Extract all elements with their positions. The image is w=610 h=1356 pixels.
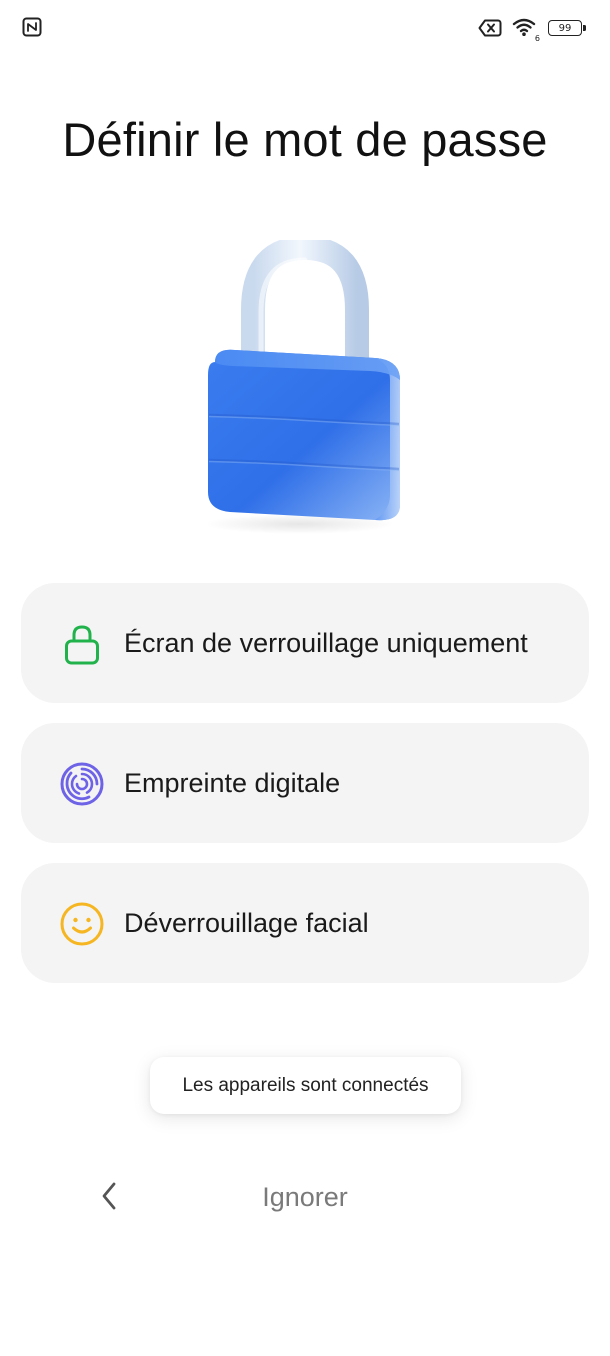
password-setup-screen: 6 99 Définir le mot de passe Écran de ve…: [0, 0, 610, 1356]
wifi-icon: [512, 18, 536, 36]
padlock-illustration: [205, 240, 400, 534]
chevron-left-icon: [102, 1182, 116, 1210]
option-fingerprint[interactable]: Empreinte digitale: [21, 723, 589, 843]
battery-indicator: 99: [548, 19, 586, 37]
face-smile-icon: [60, 902, 104, 946]
wifi-indicator: 6: [512, 17, 540, 43]
option-lockscreen-only[interactable]: Écran de verrouillage uniquement: [21, 583, 589, 703]
back-button[interactable]: [90, 1172, 130, 1220]
toast-notification: Les appareils sont connectés: [150, 1057, 461, 1114]
option-face-unlock[interactable]: Déverrouillage facial: [21, 863, 589, 983]
skip-button[interactable]: Ignorer: [205, 1172, 405, 1222]
wifi-badge: 6: [534, 34, 540, 43]
option-label: Empreinte digitale: [124, 767, 341, 798]
option-label: Écran de verrouillage uniquement: [124, 627, 528, 658]
status-right-group: 6 99: [478, 16, 586, 43]
fingerprint-icon: [60, 762, 104, 806]
battery-tip: [583, 25, 586, 31]
nfc-icon: [22, 17, 42, 37]
page-title: Définir le mot de passe: [62, 113, 548, 166]
lock-icon: [65, 625, 99, 665]
battery-level-text: 99: [558, 22, 572, 34]
no-sim-icon: [478, 19, 502, 37]
option-label: Déverrouillage facial: [124, 907, 369, 938]
status-bar: 6 99: [0, 0, 610, 56]
